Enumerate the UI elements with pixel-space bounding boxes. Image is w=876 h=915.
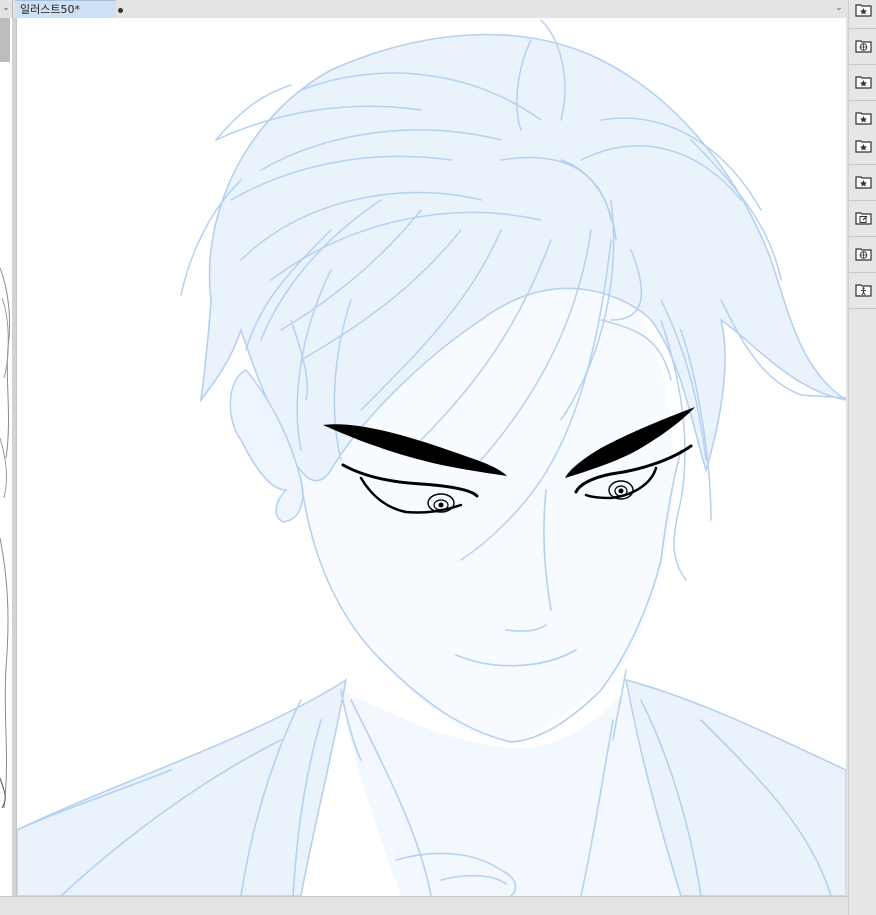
3d-material-folder-button[interactable] [850,32,876,58]
document-tab-title: 일러스트50* [20,3,80,16]
material-palette-toolbar [848,0,876,915]
status-bar [0,896,848,915]
tab-divider [12,0,13,18]
edit-folder-button[interactable] [850,204,876,230]
adjacent-canvas-panel [0,18,12,897]
favorite-folder-icon [854,175,872,189]
edit-folder-icon [854,211,872,225]
favorite-folder-icon [854,3,872,17]
favorite-folder-button[interactable] [850,0,876,22]
favorite-folder-button[interactable] [850,132,876,158]
document-tab-bar: ⌄ 일러스트50* ⌄ [0,0,848,18]
favorite-folder-button[interactable] [850,168,876,194]
toolbar-separator [849,308,876,309]
3d-material-folder-icon [854,247,872,261]
favorite-folder-icon [854,75,872,89]
jacket-fill [17,678,348,896]
toolbar-separator [849,200,876,201]
toolbar-separator [849,64,876,65]
chevron-down-icon[interactable]: ⌄ [0,0,12,18]
favorite-folder-icon [854,111,872,125]
3d-material-folder-button[interactable] [850,240,876,266]
toolbar-separator [849,28,876,29]
favorite-folder-icon [854,139,872,153]
illustration-artwork [17,19,846,896]
toolbar-separator [849,164,876,165]
toolbar-separator [849,272,876,273]
scrollbar-thumb[interactable] [0,18,10,62]
favorite-folder-button[interactable] [850,104,876,130]
tab-list-chevron-icon[interactable]: ⌄ [833,0,845,18]
toolbar-separator [849,100,876,101]
pose-folder-icon [854,283,872,297]
pose-folder-button[interactable] [850,276,876,302]
unsaved-indicator-icon[interactable] [118,8,123,13]
3d-material-folder-icon [854,39,872,53]
tab-document[interactable]: 일러스트50* [15,0,123,18]
adjacent-canvas-sketch [0,267,11,809]
toolbar-separator [849,236,876,237]
drawing-canvas[interactable] [16,18,846,896]
favorite-folder-button[interactable] [850,68,876,94]
